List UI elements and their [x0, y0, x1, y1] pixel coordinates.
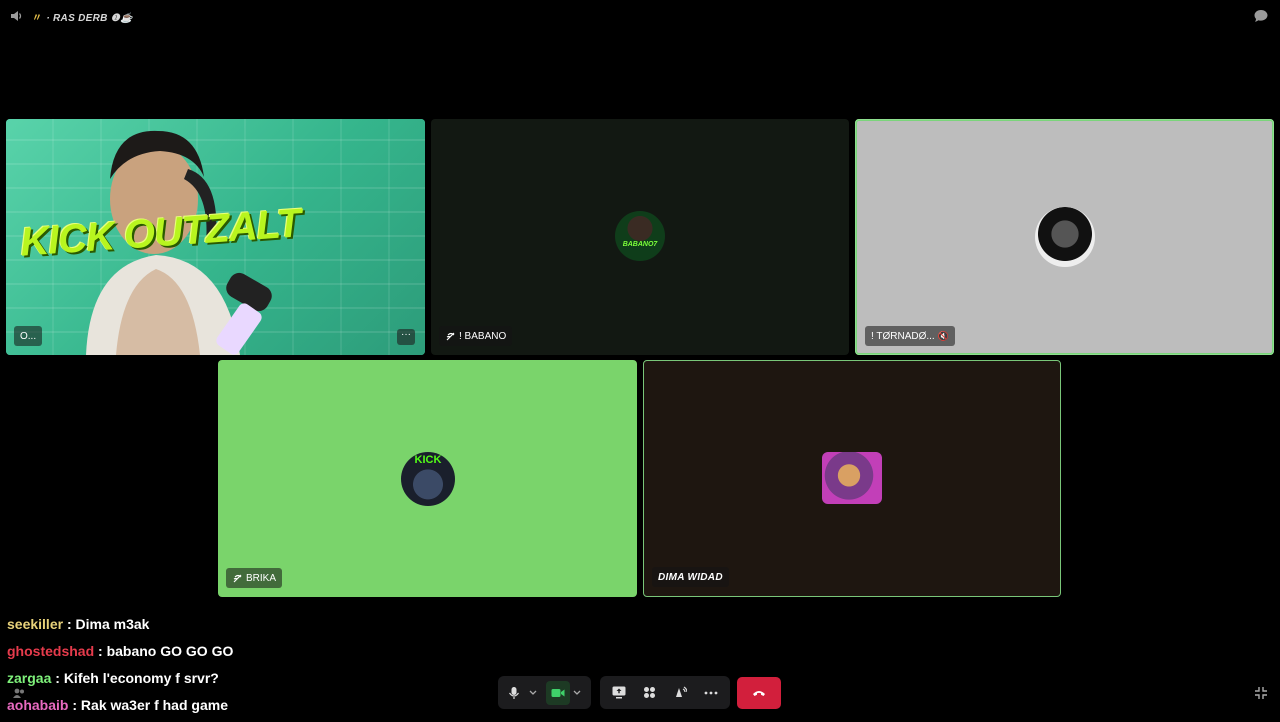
participant-name: ! TØRNADØ...: [871, 330, 935, 342]
participant-name: O...: [20, 330, 37, 342]
chat-text: Rak wa3er f had game: [80, 697, 228, 713]
server-title: 〃 · RAS DERB ❶☕: [32, 13, 133, 24]
soundboard-icon: [676, 686, 688, 697]
participant-tile-speaking[interactable]: ! TØRNADØ... 🔇: [855, 119, 1274, 355]
participant-tile-camera[interactable]: KICK OUTZALT O... ···: [6, 119, 425, 355]
participant-name: DIMA WIDAD: [658, 571, 723, 583]
server-emoji: ❶☕: [110, 13, 133, 24]
participant-avatar: KICK: [401, 452, 455, 506]
mic-options-button[interactable]: [526, 681, 540, 705]
participant-name-tag: ! BABANO: [439, 326, 513, 346]
chat-message: aohabaib : Rak wa3er f had game: [7, 697, 228, 713]
participant-name-tag: DIMA WIDAD: [652, 567, 729, 587]
participant-tile[interactable]: DIMA WIDAD: [643, 360, 1061, 597]
participant-avatar: [822, 452, 882, 504]
chat-username: ghostedshad: [7, 643, 95, 659]
chat-message: zargaa : Kifeh l'economy f srvr?: [7, 670, 219, 686]
chat-message: seekiller : Dima m3ak: [7, 616, 150, 632]
participants-icon[interactable]: [12, 686, 26, 700]
participant-avatar: BABANO7: [615, 211, 665, 261]
disconnect-button[interactable]: [737, 677, 781, 709]
activities-icon: [644, 687, 656, 698]
av-controls: [498, 676, 591, 709]
camera-button[interactable]: [546, 680, 570, 705]
participant-name-tag: BRIKA: [226, 568, 283, 588]
participant-tile[interactable]: BABANO7 ! BABANO: [431, 119, 849, 355]
top-bar: 〃 · RAS DERB ❶☕: [0, 0, 1280, 32]
participant-name: ! BABANO: [459, 330, 507, 342]
participant-name-tag: O...: [14, 326, 43, 346]
chat-bubble-icon[interactable]: [1253, 8, 1269, 24]
chat-username: zargaa: [7, 670, 52, 686]
chat-message: ghostedshad : babano GO GO GO: [7, 643, 234, 659]
avatar-label: KICK: [414, 454, 442, 466]
activities-button[interactable]: [638, 681, 662, 705]
chat-overlay: seekiller : Dima m3ak ghostedshad : baba…: [7, 614, 487, 722]
stream-status-icon: [446, 332, 455, 340]
participant-name: BRIKA: [246, 572, 277, 584]
chevron-down-icon: [529, 690, 537, 695]
camera-options-button[interactable]: [570, 681, 584, 705]
exit-fullscreen-icon[interactable]: [1254, 686, 1268, 700]
video-camera-icon: [551, 688, 565, 697]
participant-name-tag: ! TØRNADØ... 🔇: [865, 326, 955, 346]
screen-share-icon: [612, 686, 626, 699]
server-tag: 〃: [32, 13, 43, 24]
chat-text: Kifeh l'economy f srvr?: [63, 670, 219, 686]
share-screen-button[interactable]: [607, 681, 631, 705]
avatar-label: BABANO7: [622, 241, 658, 248]
microphone-button[interactable]: [502, 681, 526, 705]
server-name: RAS DERB: [53, 13, 108, 24]
chat-text: Dima m3ak: [75, 616, 150, 632]
chat-username: seekiller: [7, 616, 64, 632]
soundboard-button[interactable]: [668, 681, 692, 705]
microphone-icon: [509, 686, 519, 699]
more-options-button[interactable]: ···: [397, 329, 415, 345]
participant-tile[interactable]: KICK BRIKA: [218, 360, 637, 597]
activity-controls: [600, 676, 730, 709]
speaker-icon[interactable]: [9, 9, 23, 23]
chat-text: babano GO GO GO: [106, 643, 234, 659]
more-button[interactable]: [699, 681, 723, 705]
hang-up-icon: [753, 691, 765, 696]
chevron-down-icon: [573, 690, 581, 695]
stream-status-icon: [233, 574, 242, 582]
muted-icon: 🔇: [937, 330, 949, 341]
participant-avatar: [1035, 207, 1095, 267]
more-dots-icon: [704, 691, 718, 694]
